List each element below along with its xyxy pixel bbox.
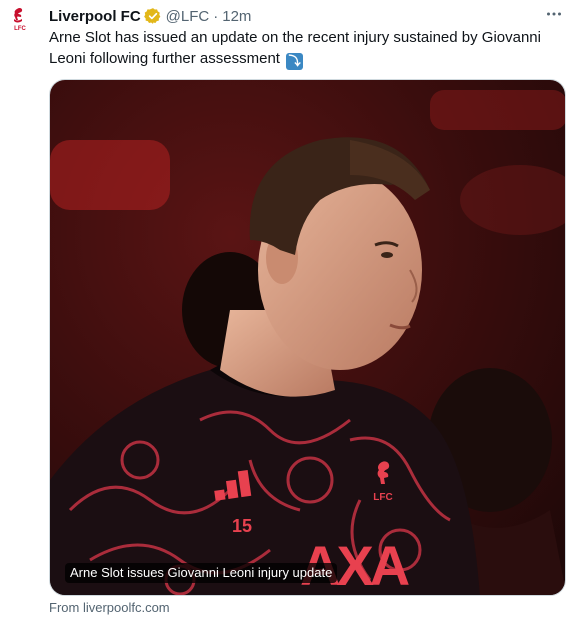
verified-badge-icon[interactable] bbox=[143, 7, 162, 25]
card-image: 15 LFC AXA bbox=[50, 80, 565, 595]
shirt-crest-text: LFC bbox=[373, 492, 392, 503]
tweet[interactable]: LFC Liverpool FC @LFC · 12m Arne Slot ha… bbox=[0, 0, 572, 622]
account-name[interactable]: Liverpool FC bbox=[49, 8, 141, 25]
avatar[interactable]: LFC bbox=[3, 3, 37, 37]
shirt-number-text: 15 bbox=[232, 516, 252, 536]
link-card[interactable]: 15 LFC AXA Arne Slot issues Giovanni Leo… bbox=[49, 79, 566, 596]
tweet-text: Arne Slot has issued an update on the re… bbox=[49, 27, 549, 70]
card-caption: Arne Slot issues Giovanni Leoni injury u… bbox=[65, 563, 338, 583]
timestamp[interactable]: 12m bbox=[222, 8, 251, 25]
lfc-crest-icon: LFC bbox=[14, 7, 26, 32]
tweet-header: Liverpool FC @LFC · 12m bbox=[49, 5, 532, 27]
link-source[interactable]: From liverpoolfc.com bbox=[49, 600, 170, 615]
arrow-down-emoji-icon: ⤵ bbox=[286, 53, 304, 70]
more-options-icon[interactable] bbox=[544, 4, 564, 24]
avatar-crest-text: LFC bbox=[14, 26, 26, 32]
account-handle[interactable]: @LFC bbox=[166, 8, 210, 25]
separator-dot: · bbox=[213, 7, 219, 25]
